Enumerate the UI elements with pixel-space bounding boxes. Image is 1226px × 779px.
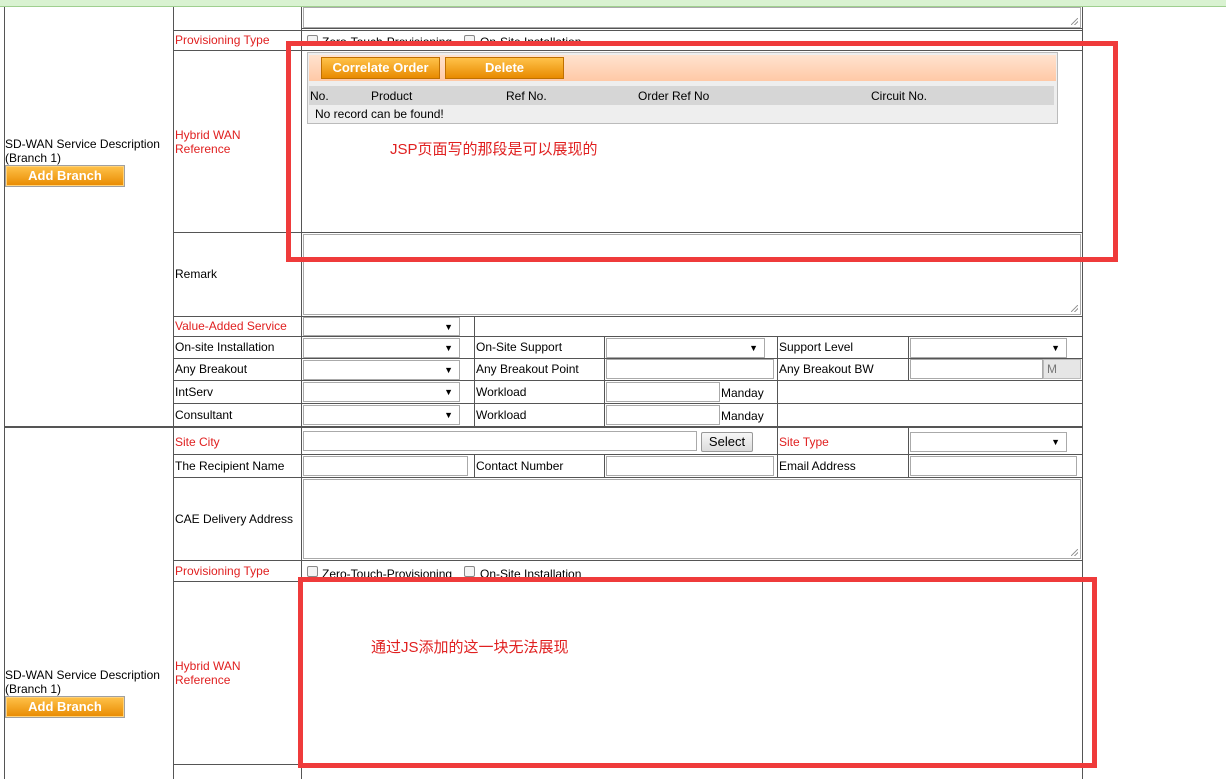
branch-separator xyxy=(4,426,1083,428)
checkbox-icon[interactable] xyxy=(307,566,318,577)
intserv-label: IntServ xyxy=(175,385,214,399)
row-line xyxy=(174,477,1082,478)
checkbox-icon[interactable] xyxy=(464,566,475,577)
any-breakout-label: Any Breakout xyxy=(175,362,248,376)
any-breakout-point-label: Any Breakout Point xyxy=(476,362,579,376)
manday-label-2: Manday xyxy=(721,409,764,423)
site-city-label: Site City xyxy=(175,435,220,449)
manday-label: Manday xyxy=(721,386,764,400)
onsite-support-label: On-Site Support xyxy=(476,340,563,354)
col-divider xyxy=(604,454,605,477)
row-line xyxy=(302,28,1082,29)
site-type-select[interactable]: ▼ xyxy=(910,432,1067,452)
contact-number-input[interactable] xyxy=(606,456,774,476)
address-textarea[interactable] xyxy=(303,7,1081,28)
dropdown-arrow-icon: ▼ xyxy=(444,387,453,397)
onsite-support-select[interactable]: ▼ xyxy=(606,338,765,358)
col-divider-1 xyxy=(173,7,174,779)
email-input[interactable] xyxy=(910,456,1077,476)
recipient-label: The Recipient Name xyxy=(175,459,285,473)
row-line xyxy=(174,30,1082,31)
row-line xyxy=(174,336,1082,337)
annotation-text-bottom: 通过JS添加的这一块无法展现 xyxy=(371,639,569,656)
dropdown-arrow-icon: ▼ xyxy=(1051,343,1060,353)
dropdown-arrow-icon: ▼ xyxy=(444,365,453,375)
resize-grip-icon xyxy=(1071,549,1078,556)
email-label: Email Address xyxy=(779,459,856,473)
any-breakout-bw-label: Any Breakout BW xyxy=(779,362,874,376)
resize-grip-icon xyxy=(1071,305,1078,312)
recipient-input[interactable] xyxy=(303,456,468,476)
workload-input[interactable] xyxy=(606,382,720,402)
value-added-select[interactable]: ▼ xyxy=(303,317,460,336)
add-branch-button[interactable]: Add Branch xyxy=(5,165,125,187)
dropdown-arrow-icon: ▼ xyxy=(444,410,453,420)
site-type-label: Site Type xyxy=(779,435,829,449)
provisioning-type-label-2: Provisioning Type xyxy=(175,564,270,578)
table-left-border xyxy=(4,7,5,779)
hybrid-wan-label: Hybrid WAN xyxy=(175,128,241,142)
hybrid-wan-label-b2: Hybrid WAN xyxy=(175,659,241,673)
cae-address-textarea[interactable] xyxy=(303,479,1081,559)
section-subtitle-2: (Branch 1) xyxy=(5,682,62,696)
row-line xyxy=(174,380,1082,381)
col-divider xyxy=(777,336,778,426)
section-title-2: SD-WAN Service Description xyxy=(5,668,160,682)
row-line xyxy=(174,560,1082,561)
top-status-strip xyxy=(0,0,1226,7)
remark-label: Remark xyxy=(175,267,218,281)
annotation-box-bottom xyxy=(298,577,1097,768)
row-line xyxy=(174,403,1082,404)
workload-label: Workload xyxy=(476,385,527,399)
consultant-label: Consultant xyxy=(175,408,233,422)
hybrid-wan-label-2: Reference xyxy=(175,142,231,156)
col-divider xyxy=(777,427,778,477)
col-divider xyxy=(604,336,605,426)
onsite-installation-select[interactable]: ▼ xyxy=(303,338,460,358)
dropdown-arrow-icon: ▼ xyxy=(749,343,758,353)
onsite-installation-label: On-site Installation xyxy=(175,340,275,354)
dropdown-arrow-icon: ▼ xyxy=(444,322,453,332)
col-divider xyxy=(474,316,475,426)
any-breakout-point-input[interactable] xyxy=(606,359,774,379)
support-level-select[interactable]: ▼ xyxy=(910,338,1067,358)
resize-grip-icon xyxy=(1071,18,1078,25)
provisioning-type-label: Provisioning Type xyxy=(175,33,270,47)
add-branch-button-2[interactable]: Add Branch xyxy=(5,696,125,718)
value-added-label: Value-Added Service xyxy=(175,319,287,333)
row-line xyxy=(174,454,1082,455)
col-divider xyxy=(908,336,909,380)
bw-unit-badge: M xyxy=(1043,359,1081,379)
annotation-text-top: JSP页面写的那段是可以展现的 xyxy=(390,141,598,158)
section-title: SD-WAN Service Description xyxy=(5,137,160,151)
any-breakout-bw-input[interactable] xyxy=(910,359,1043,379)
dropdown-arrow-icon: ▼ xyxy=(444,343,453,353)
hybrid-wan-label-b2-2: Reference xyxy=(175,673,231,687)
intserv-select[interactable]: ▼ xyxy=(303,382,460,402)
consultant-select[interactable]: ▼ xyxy=(303,405,460,425)
site-city-input[interactable] xyxy=(303,431,697,451)
cae-address-label: CAE Delivery Address xyxy=(175,512,294,526)
workload-input-2[interactable] xyxy=(606,405,720,425)
select-city-button[interactable]: Select xyxy=(701,432,753,452)
section-subtitle: (Branch 1) xyxy=(5,151,62,165)
support-level-label: Support Level xyxy=(779,340,854,354)
col-divider xyxy=(908,427,909,477)
dropdown-arrow-icon: ▼ xyxy=(1051,437,1060,447)
contact-number-label: Contact Number xyxy=(476,459,564,473)
col-divider xyxy=(474,454,475,477)
any-breakout-select[interactable]: ▼ xyxy=(303,360,460,380)
workload-label-2: Workload xyxy=(476,408,527,422)
